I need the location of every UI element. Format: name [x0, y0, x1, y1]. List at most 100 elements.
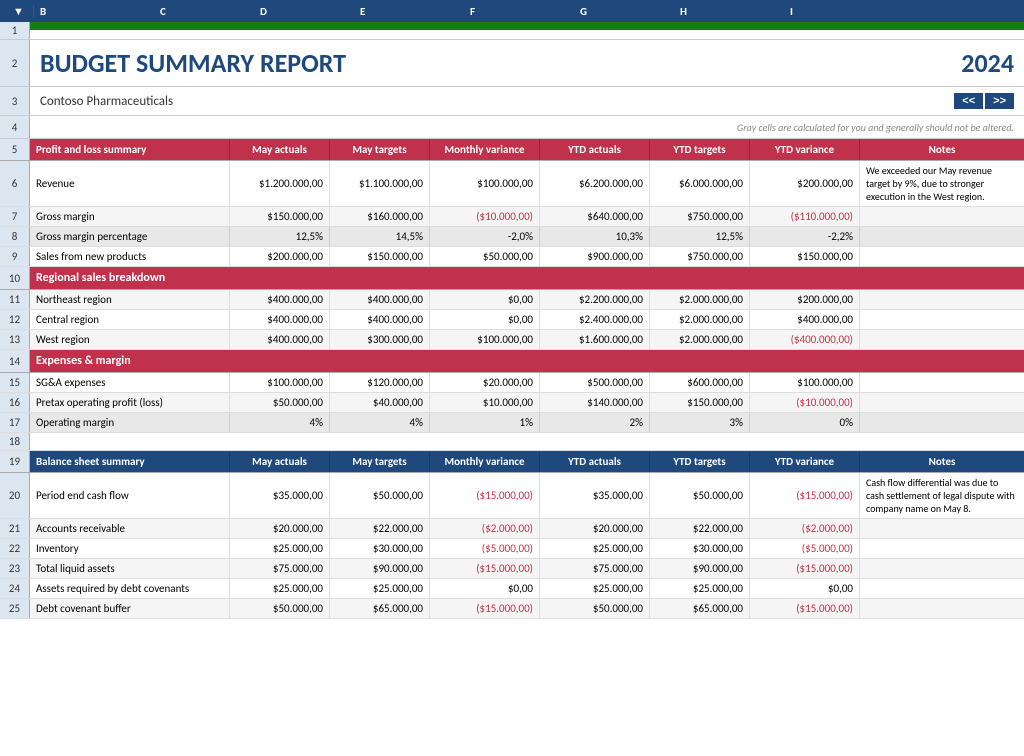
- opmargin-monthly-var: 1%: [430, 413, 540, 432]
- cashflow-notes: Cash flow differential was due to cash s…: [860, 473, 1024, 518]
- sfnp-may-actuals: $200.000,00: [230, 247, 330, 266]
- dcb-ytd-var: ($15.000,00): [750, 599, 860, 618]
- gmpct-label: Gross margin percentage: [30, 227, 230, 246]
- ar-notes: [860, 519, 1024, 538]
- sga-ytd-var: $100.000,00: [750, 373, 860, 392]
- ardc-ytd-actuals: $25.000,00: [540, 579, 650, 598]
- dcb-label: Debt covenant buffer: [30, 599, 230, 618]
- cashflow-label: Period end cash flow: [30, 473, 230, 518]
- rownum-23: 23: [0, 559, 30, 578]
- ardc-may-targets: $25.000,00: [330, 579, 430, 598]
- pnl-col-may-targets: May targets: [330, 139, 430, 160]
- dcb-may-targets: $65.000,00: [330, 599, 430, 618]
- pnl-col-notes: Notes: [860, 139, 1024, 160]
- northeast-ytd-targets: $2.000.000,00: [650, 290, 750, 309]
- central-notes: [860, 310, 1024, 329]
- sga-ytd-actuals: $500.000,00: [540, 373, 650, 392]
- col-h: H: [674, 5, 784, 18]
- ardc-monthly-var: $0,00: [430, 579, 540, 598]
- grossmargin-ytd-actuals: $640.000,00: [540, 207, 650, 226]
- cashflow-ytd-actuals: $35.000,00: [540, 473, 650, 518]
- row18-empty: [30, 433, 1024, 450]
- sfnp-ytd-actuals: $900.000,00: [540, 247, 650, 266]
- col-c: C: [154, 5, 254, 18]
- tla-may-targets: $90.000,00: [330, 559, 430, 578]
- row-15: 15 SG&A expenses $100.000,00 $120.000,00…: [0, 373, 1024, 393]
- nav-forward-button[interactable]: >>: [985, 93, 1014, 109]
- row-24: 24 Assets required by debt covenants $25…: [0, 579, 1024, 599]
- rownum-16: 16: [0, 393, 30, 412]
- balance-col-may-targets: May targets: [330, 451, 430, 472]
- northeast-ytd-actuals: $2.200.000,00: [540, 290, 650, 309]
- inventory-ytd-var: ($5.000,00): [750, 539, 860, 558]
- row-17: 17 Operating margin 4% 4% 1% 2% 3% 0%: [0, 413, 1024, 433]
- row-25: 25 Debt covenant buffer $50.000,00 $65.0…: [0, 599, 1024, 619]
- sfnp-monthly-var: $50.000,00: [430, 247, 540, 266]
- row-7: 7 Gross margin $150.000,00 $160.000,00 (…: [0, 207, 1024, 227]
- rownum-5: 5: [0, 139, 30, 160]
- cashflow-ytd-var: ($15.000,00): [750, 473, 860, 518]
- row-col-corner: ▼: [4, 5, 34, 18]
- northeast-notes: [860, 290, 1024, 309]
- ardc-may-actuals: $25.000,00: [230, 579, 330, 598]
- central-ytd-actuals: $2.400.000,00: [540, 310, 650, 329]
- rownum-4: 4: [0, 116, 30, 138]
- central-may-targets: $400.000,00: [330, 310, 430, 329]
- report-title: BUDGET SUMMARY REPORT: [40, 47, 346, 79]
- opmargin-ytd-actuals: 2%: [540, 413, 650, 432]
- northeast-label: Northeast region: [30, 290, 230, 309]
- row-11: 11 Northeast region $400.000,00 $400.000…: [0, 290, 1024, 310]
- pretax-may-targets: $40.000,00: [330, 393, 430, 412]
- row-5-pnl-header: 5 Profit and loss summary May actuals Ma…: [0, 139, 1024, 161]
- grossmargin-monthly-var: ($10.000,00): [430, 207, 540, 226]
- regional-section-label: Regional sales breakdown: [30, 267, 1024, 289]
- grossmargin-may-actuals: $150.000,00: [230, 207, 330, 226]
- sga-ytd-targets: $600.000,00: [650, 373, 750, 392]
- nav-back-button[interactable]: <<: [954, 93, 983, 109]
- rownum-10: 10: [0, 267, 30, 289]
- col-f: F: [464, 5, 574, 18]
- sga-label: SG&A expenses: [30, 373, 230, 392]
- ar-ytd-targets: $22.000,00: [650, 519, 750, 538]
- col-e: E: [354, 5, 464, 18]
- revenue-ytd-actuals: $6.200.000,00: [540, 161, 650, 206]
- tla-ytd-var: ($15.000,00): [750, 559, 860, 578]
- balance-col-ytd-targets: YTD targets: [650, 451, 750, 472]
- sga-notes: [860, 373, 1024, 392]
- row-20: 20 Period end cash flow $35.000,00 $50.0…: [0, 473, 1024, 519]
- sga-may-actuals: $100.000,00: [230, 373, 330, 392]
- grossmargin-label: Gross margin: [30, 207, 230, 226]
- row-16: 16 Pretax operating profit (loss) $50.00…: [0, 393, 1024, 413]
- west-may-targets: $300.000,00: [330, 330, 430, 349]
- west-notes: [860, 330, 1024, 349]
- sga-monthly-var: $20.000,00: [430, 373, 540, 392]
- ar-monthly-var: ($2.000,00): [430, 519, 540, 538]
- nav-buttons: << >>: [954, 93, 1014, 109]
- revenue-notes: We exceeded our May revenue target by 9%…: [860, 161, 1024, 206]
- row-4: 4 Gray cells are calculated for you and …: [0, 116, 1024, 139]
- rownum-17: 17: [0, 413, 30, 432]
- west-label: West region: [30, 330, 230, 349]
- pnl-col-may-actuals: May actuals: [230, 139, 330, 160]
- west-may-actuals: $400.000,00: [230, 330, 330, 349]
- pnl-col-monthly-var: Monthly variance: [430, 139, 540, 160]
- northeast-may-actuals: $400.000,00: [230, 290, 330, 309]
- rownum-8: 8: [0, 227, 30, 246]
- opmargin-label: Operating margin: [30, 413, 230, 432]
- cashflow-may-actuals: $35.000,00: [230, 473, 330, 518]
- col-g: G: [574, 5, 674, 18]
- row-9: 9 Sales from new products $200.000,00 $1…: [0, 247, 1024, 267]
- cashflow-ytd-targets: $50.000,00: [650, 473, 750, 518]
- gray-note: Gray cells are calculated for you and ge…: [737, 121, 1014, 134]
- inventory-label: Inventory: [30, 539, 230, 558]
- pnl-section-label: Profit and loss summary: [30, 139, 230, 160]
- tla-may-actuals: $75.000,00: [230, 559, 330, 578]
- rownum-3: 3: [0, 87, 30, 115]
- rownum-20: 20: [0, 473, 30, 518]
- west-monthly-var: $100.000,00: [430, 330, 540, 349]
- tla-ytd-targets: $90.000,00: [650, 559, 750, 578]
- dcb-ytd-actuals: $50.000,00: [540, 599, 650, 618]
- row-22: 22 Inventory $25.000,00 $30.000,00 ($5.0…: [0, 539, 1024, 559]
- ardc-label: Assets required by debt covenants: [30, 579, 230, 598]
- balance-section-label: Balance sheet summary: [30, 451, 230, 472]
